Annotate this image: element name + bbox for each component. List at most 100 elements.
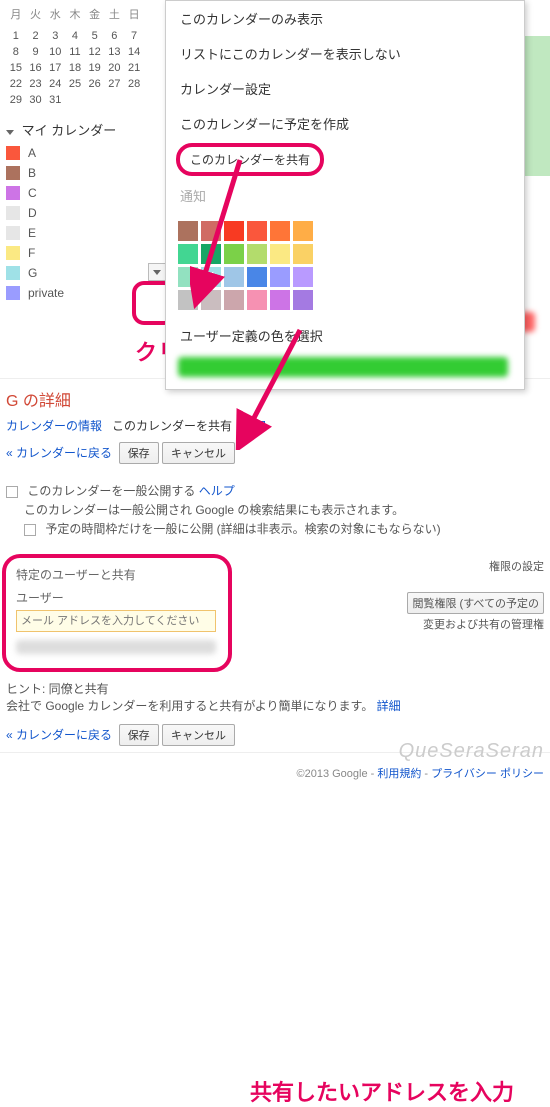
- day-cell[interactable]: 29: [6, 92, 26, 108]
- help-link[interactable]: ヘルプ: [199, 484, 235, 498]
- calendar-label: E: [28, 226, 36, 240]
- day-cell[interactable]: 15: [6, 60, 26, 76]
- tab-share[interactable]: このカレンダーを共有: [112, 419, 232, 433]
- day-cell[interactable]: [105, 92, 125, 108]
- back-link-top[interactable]: « カレンダーに戻る: [6, 446, 112, 460]
- dow-cell: 木: [65, 4, 85, 24]
- hint-body: 会社で Google カレンダーを利用すると共有がより簡単になります。: [6, 699, 373, 713]
- day-cell[interactable]: 25: [65, 76, 85, 92]
- day-cell[interactable]: [124, 92, 144, 108]
- menu-hide-list[interactable]: リストにこのカレンダーを表示しない: [166, 36, 524, 71]
- cancel-button-bottom[interactable]: キャンセル: [162, 724, 235, 746]
- user-label: ユーザー: [16, 589, 218, 606]
- day-cell[interactable]: 9: [26, 44, 46, 60]
- day-cell[interactable]: 6: [105, 28, 125, 44]
- terms-link[interactable]: 利用規約: [377, 768, 421, 780]
- annotation-enter-address: 共有したいアドレスを入力: [250, 1079, 514, 1107]
- day-cell[interactable]: 22: [6, 76, 26, 92]
- day-cell[interactable]: 30: [26, 92, 46, 108]
- cancel-button-top[interactable]: キャンセル: [162, 442, 235, 464]
- save-button-bottom[interactable]: 保存: [119, 724, 159, 746]
- day-cell[interactable]: [85, 92, 105, 108]
- day-cell[interactable]: 11: [65, 44, 85, 60]
- perm-select[interactable]: 閲覧権限 (すべての予定の: [407, 592, 544, 614]
- heading-text: マイ カレンダー: [22, 123, 117, 138]
- color-swatch: [6, 266, 20, 280]
- day-cell[interactable]: 23: [26, 76, 46, 92]
- color-option[interactable]: [247, 267, 267, 287]
- color-option[interactable]: [270, 244, 290, 264]
- mini-calendar[interactable]: 月火水木金土日 12345678910111213141516171819202…: [0, 0, 150, 112]
- color-swatch: [6, 246, 20, 260]
- color-option[interactable]: [270, 221, 290, 241]
- calendar-label: F: [28, 246, 35, 260]
- calendar-item[interactable]: G: [6, 263, 144, 283]
- day-cell[interactable]: 20: [105, 60, 125, 76]
- public-label: このカレンダーを一般公開する: [27, 484, 195, 498]
- day-cell[interactable]: 3: [45, 28, 65, 44]
- day-cell[interactable]: 17: [45, 60, 65, 76]
- day-cell[interactable]: 31: [45, 92, 65, 108]
- day-cell[interactable]: 21: [124, 60, 144, 76]
- learn-more-link[interactable]: 詳細: [377, 699, 401, 713]
- day-cell[interactable]: 26: [85, 76, 105, 92]
- hide-times-checkbox[interactable]: [24, 524, 36, 536]
- save-button-top[interactable]: 保存: [119, 442, 159, 464]
- back-link-bottom[interactable]: « カレンダーに戻る: [6, 728, 112, 742]
- color-option[interactable]: [293, 244, 313, 264]
- calendar-item[interactable]: A: [6, 143, 144, 163]
- day-cell[interactable]: 13: [105, 44, 125, 60]
- share-email-input[interactable]: [16, 610, 216, 632]
- my-calendars-heading[interactable]: マイ カレンダー: [0, 112, 150, 143]
- calendar-list: ABCDEFGprivate: [0, 143, 150, 303]
- day-cell[interactable]: 14: [124, 44, 144, 60]
- day-cell[interactable]: [65, 92, 85, 108]
- color-option[interactable]: [247, 290, 267, 310]
- dow-cell: 月: [6, 4, 26, 24]
- day-cell[interactable]: 5: [85, 28, 105, 44]
- calendar-item[interactable]: D: [6, 203, 144, 223]
- redacted-strip: [178, 357, 508, 377]
- calendar-item[interactable]: private: [6, 283, 144, 303]
- menu-create-event[interactable]: このカレンダーに予定を作成: [166, 106, 524, 141]
- color-swatch: [6, 186, 20, 200]
- day-cell[interactable]: 2: [26, 28, 46, 44]
- day-cell[interactable]: 19: [85, 60, 105, 76]
- day-cell[interactable]: 12: [85, 44, 105, 60]
- calendar-item[interactable]: C: [6, 183, 144, 203]
- dow-cell: 火: [26, 4, 46, 24]
- color-option[interactable]: [293, 221, 313, 241]
- calendar-item[interactable]: F: [6, 243, 144, 263]
- day-cell[interactable]: 27: [105, 76, 125, 92]
- menu-settings[interactable]: カレンダー設定: [166, 71, 524, 106]
- day-cell[interactable]: 4: [65, 28, 85, 44]
- color-option[interactable]: [247, 221, 267, 241]
- public-checkbox[interactable]: [6, 486, 18, 498]
- day-cell[interactable]: 28: [124, 76, 144, 92]
- day-cell[interactable]: 24: [45, 76, 65, 92]
- day-cell[interactable]: 10: [45, 44, 65, 60]
- color-swatch: [6, 166, 20, 180]
- calendar-item[interactable]: E: [6, 223, 144, 243]
- color-option[interactable]: [293, 267, 313, 287]
- color-option[interactable]: [270, 267, 290, 287]
- menu-custom-color[interactable]: ユーザー定義の色を選択: [166, 318, 524, 353]
- calendar-label: A: [28, 146, 36, 160]
- day-cell[interactable]: 8: [6, 44, 26, 60]
- privacy-link[interactable]: プライバシー ポリシー: [431, 768, 544, 780]
- color-option[interactable]: [247, 244, 267, 264]
- color-swatch: [6, 146, 20, 160]
- menu-only-show[interactable]: このカレンダーのみ表示: [166, 1, 524, 36]
- day-cell[interactable]: 16: [26, 60, 46, 76]
- day-cell[interactable]: 18: [65, 60, 85, 76]
- tab-info[interactable]: カレンダーの情報: [6, 419, 102, 433]
- hint-title: ヒント: 同僚と共有: [6, 682, 109, 696]
- day-cell[interactable]: 1: [6, 28, 26, 44]
- dow-cell: 日: [124, 4, 144, 24]
- day-cell[interactable]: 7: [124, 28, 144, 44]
- color-option[interactable]: [293, 290, 313, 310]
- color-option[interactable]: [270, 290, 290, 310]
- expand-icon: [6, 130, 14, 135]
- annotation-arrow-1: [190, 150, 250, 310]
- calendar-item[interactable]: B: [6, 163, 144, 183]
